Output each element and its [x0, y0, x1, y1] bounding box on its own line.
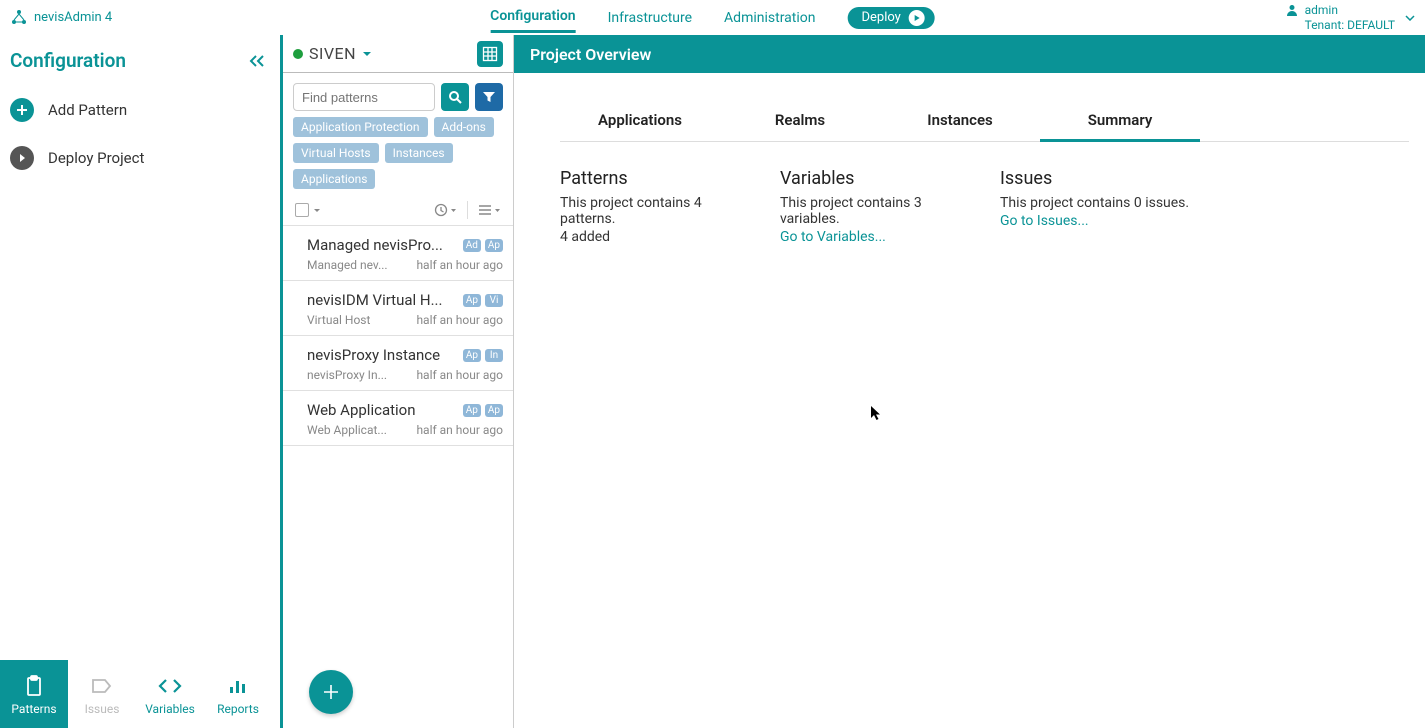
tag-icon	[91, 674, 113, 698]
chip-instances[interactable]: Instances	[385, 143, 453, 163]
brand[interactable]: nevisAdmin 4	[10, 9, 112, 27]
chip-application-protection[interactable]: Application Protection	[293, 117, 428, 137]
link-goto-variables[interactable]: Go to Variables...	[780, 229, 886, 245]
collapse-icon[interactable]	[248, 54, 266, 68]
chip-applications[interactable]: Applications	[293, 169, 375, 189]
add-pattern[interactable]: Add Pattern	[0, 86, 280, 134]
pattern-name: nevisIDM Virtual H...	[307, 291, 459, 309]
bottom-tab-variables[interactable]: Variables	[136, 660, 204, 728]
view-mode[interactable]	[478, 204, 501, 216]
status-dot	[293, 49, 303, 59]
pattern-item[interactable]: nevisProxy Instance Ap In nevisProxy In.…	[283, 336, 513, 391]
sort-time[interactable]	[434, 203, 457, 217]
caret-down-icon[interactable]	[313, 208, 321, 213]
user-name: admin	[1305, 3, 1395, 17]
pattern-name: Managed nevisPro...	[307, 236, 459, 254]
plus-icon	[10, 98, 34, 122]
pattern-badge: Ad	[463, 239, 481, 252]
nav-infrastructure[interactable]: Infrastructure	[608, 4, 692, 32]
bottom-tab-patterns[interactable]: Patterns	[0, 660, 68, 728]
pattern-badge: Ap	[463, 294, 481, 307]
pattern-name: Web Application	[307, 401, 459, 419]
deploy-project-label: Deploy Project	[48, 149, 144, 167]
code-icon	[158, 674, 182, 698]
content-title: Project Overview	[514, 35, 1425, 73]
deploy-button[interactable]: Deploy	[847, 7, 934, 29]
filter-button[interactable]	[475, 83, 503, 111]
select-all-checkbox[interactable]	[295, 203, 309, 217]
card-issues: Issues This project contains 0 issues. G…	[1000, 168, 1200, 247]
bottom-tab-reports[interactable]: Reports	[204, 660, 272, 728]
pattern-item[interactable]: Web Application Ap Ap Web Applicat...hal…	[283, 391, 513, 446]
caret-down-icon	[1405, 15, 1415, 21]
deploy-project[interactable]: Deploy Project	[0, 134, 280, 182]
pattern-name: nevisProxy Instance	[307, 346, 459, 364]
sidebar-title: Configuration	[10, 49, 126, 72]
pattern-badge: Ap	[463, 349, 481, 362]
card-variables: Variables This project contains 3 variab…	[780, 168, 980, 247]
link-goto-issues[interactable]: Go to Issues...	[1000, 213, 1089, 229]
tab-realms[interactable]: Realms	[720, 101, 880, 141]
pattern-badge: Vi	[485, 294, 503, 307]
nav-administration[interactable]: Administration	[724, 4, 815, 32]
user-icon	[1285, 3, 1299, 17]
card-patterns: Patterns This project contains 4 pattern…	[560, 168, 760, 247]
chip-add-ons[interactable]: Add-ons	[434, 117, 494, 137]
grid-view-button[interactable]	[477, 41, 503, 67]
user-tenant: Tenant: DEFAULT	[1305, 18, 1395, 32]
tab-applications[interactable]: Applications	[560, 101, 720, 141]
pattern-item[interactable]: Managed nevisPro... Ad Ap Managed nev...…	[283, 226, 513, 281]
clipboard-icon	[24, 674, 44, 698]
nav-configuration[interactable]: Configuration	[490, 2, 575, 33]
pattern-badge: In	[485, 349, 503, 362]
project-name[interactable]: SIVEN	[309, 44, 356, 63]
add-pattern-label: Add Pattern	[48, 101, 127, 119]
pattern-badge: Ap	[485, 239, 503, 252]
pattern-badge: Ap	[485, 404, 503, 417]
tab-instances[interactable]: Instances	[880, 101, 1040, 141]
caret-down-icon[interactable]	[362, 51, 372, 57]
user-menu[interactable]: admin Tenant: DEFAULT	[1285, 3, 1415, 32]
bottom-tab-issues[interactable]: Issues	[68, 660, 136, 728]
chip-virtual-hosts[interactable]: Virtual Hosts	[293, 143, 379, 163]
play-icon	[909, 10, 925, 26]
pattern-item[interactable]: nevisIDM Virtual H... Ap Vi Virtual Host…	[283, 281, 513, 336]
logo-icon	[10, 9, 28, 27]
play-icon	[10, 146, 34, 170]
pattern-badge: Ap	[463, 404, 481, 417]
search-button[interactable]	[441, 83, 469, 111]
brand-name: nevisAdmin 4	[34, 10, 112, 25]
fab-add[interactable]	[309, 670, 353, 714]
deploy-label: Deploy	[861, 10, 900, 25]
bar-chart-icon	[228, 674, 248, 698]
search-input[interactable]	[293, 83, 435, 111]
tab-summary[interactable]: Summary	[1040, 101, 1200, 142]
